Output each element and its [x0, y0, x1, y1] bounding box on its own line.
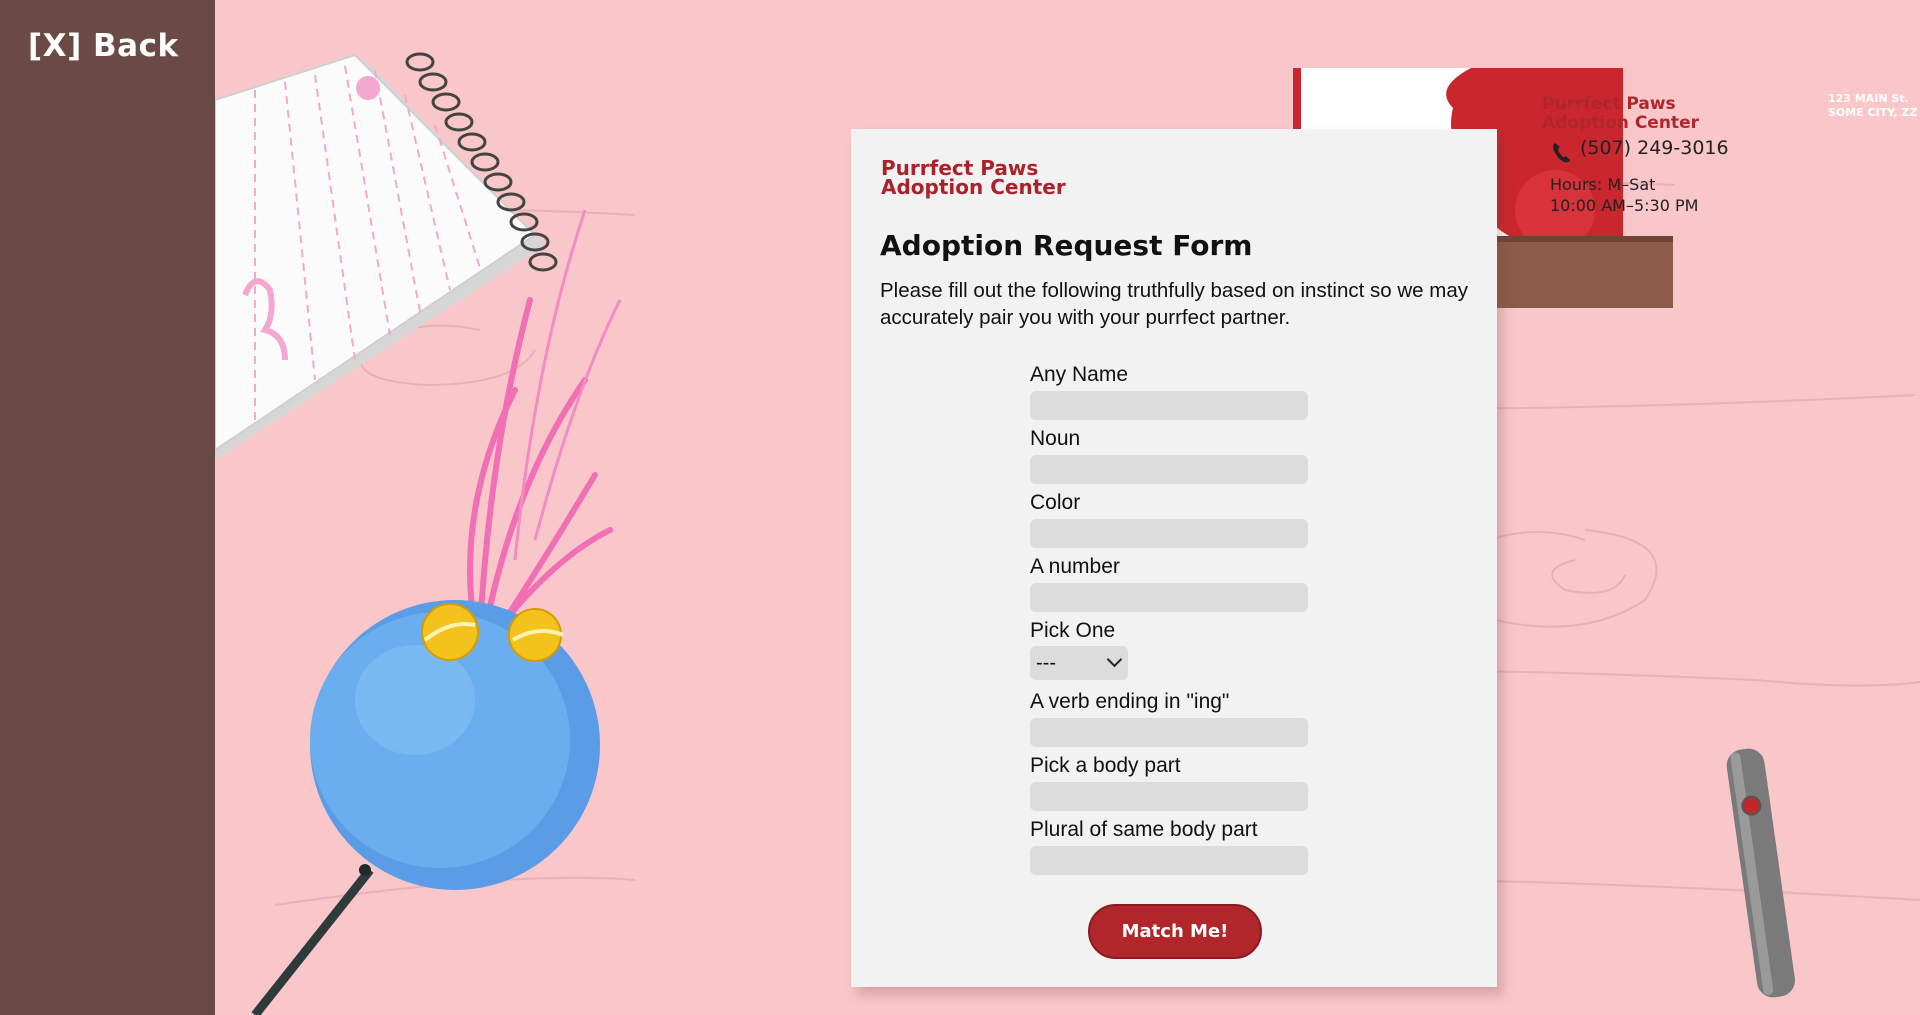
color-input[interactable]: [1030, 519, 1308, 548]
card-phone: (507) 249-3016: [1580, 137, 1729, 159]
chevron-down-icon: [1106, 651, 1123, 668]
field-any-name: Any Name: [1030, 362, 1308, 420]
form-title: Adoption Request Form: [880, 229, 1253, 262]
field-label: Color: [1030, 491, 1081, 514]
field-label: Pick One: [1030, 619, 1116, 642]
field-verb-ing: A verb ending in "ing": [1030, 689, 1308, 747]
brand-logo: Purrfect Paws Adoption Center: [881, 156, 1066, 199]
business-card: Purrfect Paws Adoption Center 123 MAIN S…: [1520, 70, 1920, 300]
laser-pointer-illustration: [1726, 748, 1795, 998]
scene: Purrfect Paws Adoption Center 123 MAIN S…: [215, 0, 1920, 1015]
select-value: ---: [1036, 652, 1056, 674]
phone-icon: [1553, 143, 1570, 163]
adoption-form-card: Purrfect Paws Adoption Center Adoption R…: [851, 129, 1497, 987]
field-noun: Noun: [1030, 426, 1308, 484]
field-plural-body-part: Plural of same body part: [1030, 817, 1308, 875]
sidebar: [X] Back: [0, 0, 215, 1015]
field-label: Pick a body part: [1030, 754, 1181, 777]
plural-body-part-input[interactable]: [1030, 846, 1308, 875]
noun-input[interactable]: [1030, 455, 1308, 484]
field-label: A verb ending in "ing": [1030, 690, 1230, 713]
pick-one-select[interactable]: ---: [1030, 646, 1128, 680]
match-me-button[interactable]: Match Me!: [1088, 904, 1262, 959]
field-label: A number: [1030, 555, 1120, 578]
verb-ing-input[interactable]: [1030, 718, 1308, 747]
card-business-name: Purrfect Paws Adoption Center: [1542, 94, 1699, 133]
form-intro: Please fill out the following truthfully…: [880, 279, 1468, 329]
field-number: A number: [1030, 554, 1308, 612]
back-button[interactable]: [X] Back: [28, 28, 179, 64]
card-address: 123 MAIN St. SOME CITY, ZZ: [1828, 92, 1918, 119]
any-name-input[interactable]: [1030, 391, 1308, 420]
number-input[interactable]: [1030, 583, 1308, 612]
card-hours: Hours: M–Sat 10:00 AM–5:30 PM: [1550, 175, 1699, 215]
field-label: Noun: [1030, 427, 1081, 450]
field-label: Plural of same body part: [1030, 818, 1258, 841]
field-color: Color: [1030, 490, 1308, 548]
field-pick-one: Pick One ---: [1030, 618, 1128, 680]
body-part-input[interactable]: [1030, 782, 1308, 811]
field-body-part: Pick a body part: [1030, 753, 1308, 811]
field-label: Any Name: [1030, 363, 1129, 386]
